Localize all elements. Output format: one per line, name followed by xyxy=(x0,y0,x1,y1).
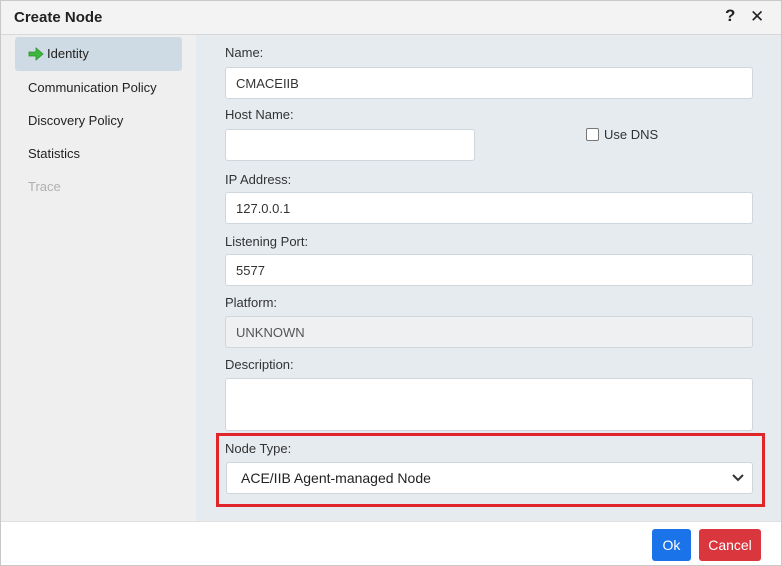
ip-address-field[interactable] xyxy=(225,192,753,224)
help-icon[interactable]: ? xyxy=(725,6,735,26)
identity-form: Name: Host Name: Use DNS IP Address: Lis… xyxy=(196,35,781,521)
platform-label: Platform: xyxy=(225,295,278,310)
name-label: Name: xyxy=(225,45,264,60)
host-name-field[interactable] xyxy=(225,129,475,161)
host-name-label: Host Name: xyxy=(225,107,294,122)
sidebar-item-discovery-policy[interactable]: Discovery Policy xyxy=(15,104,182,138)
description-label: Description: xyxy=(225,357,294,372)
description-field[interactable] xyxy=(225,378,753,431)
sidebar-item-label: Identity xyxy=(47,46,89,61)
use-dns-label: Use DNS xyxy=(604,127,659,142)
create-node-dialog: Create Node ? ✕ Identity Communication P… xyxy=(0,0,782,566)
listening-port-field[interactable] xyxy=(225,254,753,286)
sidebar-item-label: Statistics xyxy=(28,146,81,161)
dialog-footer: Ok Cancel xyxy=(1,521,781,565)
sidebar-item-trace: Trace xyxy=(15,170,182,204)
node-type-select[interactable]: ACE/IIB Agent-managed Node xyxy=(226,462,753,494)
sidebar-item-communication-policy[interactable]: Communication Policy xyxy=(15,71,182,105)
sidebar-item-identity[interactable]: Identity xyxy=(15,37,182,71)
name-field[interactable] xyxy=(225,67,753,99)
sidebar-item-label: Discovery Policy xyxy=(28,113,124,128)
sidebar-item-label: Trace xyxy=(28,179,61,194)
cancel-button[interactable]: Cancel xyxy=(699,529,761,561)
sidebar-item-label: Communication Policy xyxy=(28,80,157,95)
use-dns-checkbox[interactable] xyxy=(586,128,599,141)
chevron-down-icon xyxy=(732,474,744,482)
close-icon[interactable]: ✕ xyxy=(750,7,764,27)
dialog-title: Create Node xyxy=(14,9,103,26)
green-arrow-icon xyxy=(28,47,44,61)
node-type-value: ACE/IIB Agent-managed Node xyxy=(241,470,431,486)
ok-button[interactable]: Ok xyxy=(652,529,691,561)
ip-address-label: IP Address: xyxy=(225,172,292,187)
node-type-label: Node Type: xyxy=(225,441,292,456)
listening-port-label: Listening Port: xyxy=(225,234,309,249)
sidebar-item-statistics[interactable]: Statistics xyxy=(15,137,182,171)
dialog-titlebar: Create Node ? ✕ xyxy=(1,1,781,35)
sidebar: Identity Communication Policy Discovery … xyxy=(1,35,196,521)
platform-field xyxy=(225,316,753,348)
